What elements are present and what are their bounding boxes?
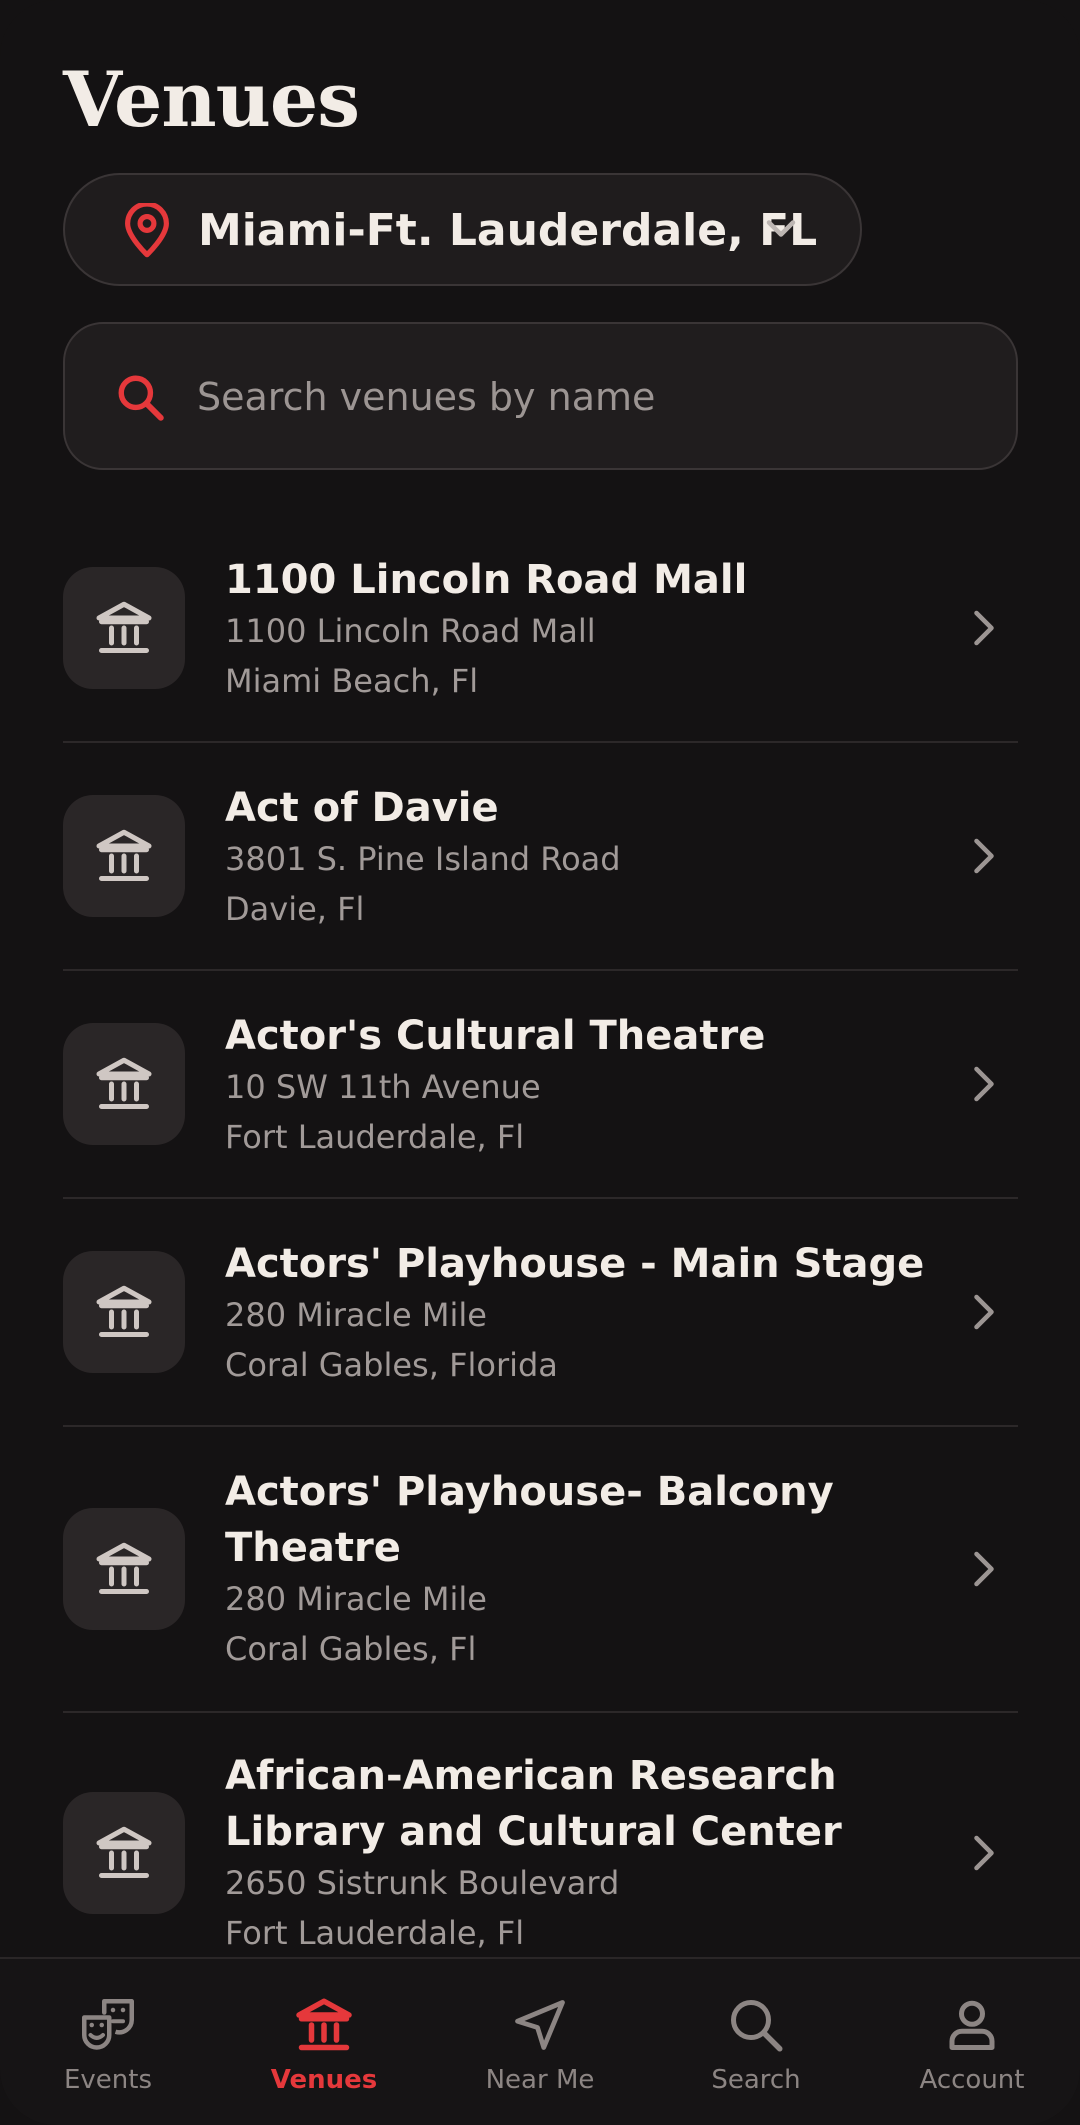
venue-city: Davie, Fl — [225, 890, 365, 928]
user-icon — [949, 2000, 995, 2050]
chevron-down-icon — [766, 220, 796, 237]
venue-name: Actors' Playhouse- Balcony Theatre — [225, 1469, 834, 1571]
venue-address: 10 SW 11th Avenue — [225, 1068, 541, 1106]
list-divider — [63, 741, 1018, 743]
venue-address: 280 Miracle Mile — [225, 1580, 487, 1618]
venue-building-icon — [96, 1057, 152, 1109]
venue-address: 3801 S. Pine Island Road — [225, 840, 621, 878]
chevron-right-icon — [974, 610, 994, 646]
venue-thumbnail — [63, 1251, 185, 1373]
venue-building-icon — [96, 1285, 152, 1337]
tab-search[interactable]: Search — [648, 1959, 864, 2125]
tab-label: Search — [711, 2065, 801, 2095]
bottom-tab-bar: Events Venues Near Me Search Account — [0, 1957, 1080, 2125]
venue-thumbnail — [63, 1508, 185, 1630]
tab-near-me[interactable]: Near Me — [432, 1959, 648, 2125]
venue-city: Coral Gables, Florida — [225, 1346, 558, 1384]
venue-building-icon — [96, 1826, 152, 1878]
chevron-right-icon — [974, 1835, 994, 1871]
venue-name: African-American Research Library and Cu… — [225, 1753, 842, 1855]
chevron-right-icon — [974, 1294, 994, 1330]
tab-events[interactable]: Events — [0, 1959, 216, 2125]
map-pin-icon — [125, 203, 169, 258]
tab-venues[interactable]: Venues — [216, 1959, 432, 2125]
venue-name: Act of Davie — [225, 785, 499, 831]
venue-building-icon — [296, 1998, 352, 2051]
chevron-right-icon — [974, 1551, 994, 1587]
tab-label: Near Me — [485, 2065, 595, 2095]
tab-account[interactable]: Account — [864, 1959, 1080, 2125]
venue-address: 2650 Sistrunk Boulevard — [225, 1864, 620, 1902]
venue-name: 1100 Lincoln Road Mall — [225, 557, 748, 603]
search-icon — [731, 2000, 783, 2052]
list-divider — [63, 969, 1018, 971]
tab-label: Venues — [270, 2065, 378, 2095]
chevron-right-icon — [974, 1066, 994, 1102]
venue-building-icon — [96, 829, 152, 881]
theater-masks-icon — [82, 1999, 134, 2050]
venue-building-icon — [96, 1542, 152, 1594]
list-divider — [63, 1197, 1018, 1199]
tab-label: Events — [63, 2065, 153, 2095]
venues-screen: Venues Miami-Ft. Lauderdale, FL 1100 Lin… — [0, 0, 1080, 2125]
venue-list-item[interactable]: Act of Davie 3801 S. Pine Island Road Da… — [63, 785, 1018, 969]
search-icon — [118, 375, 164, 421]
venue-list-item[interactable]: Actor's Cultural Theatre 10 SW 11th Aven… — [63, 1013, 1018, 1197]
venue-thumbnail — [63, 795, 185, 917]
chevron-right-icon — [974, 838, 994, 874]
venue-city: Coral Gables, Fl — [225, 1630, 477, 1668]
venue-list-item[interactable]: Actors' Playhouse- Balcony Theatre 280 M… — [63, 1469, 1018, 1709]
navigation-arrow-icon — [515, 2000, 565, 2050]
venue-thumbnail — [63, 1792, 185, 1914]
venue-address: 1100 Lincoln Road Mall — [225, 612, 596, 650]
tab-label: Account — [919, 2065, 1025, 2095]
location-label: Miami-Ft. Lauderdale, FL — [198, 205, 818, 256]
venue-name: Actors' Playhouse - Main Stage — [225, 1241, 925, 1287]
venue-list-item[interactable]: Actors' Playhouse - Main Stage 280 Mirac… — [63, 1241, 1018, 1425]
venue-name: Actor's Cultural Theatre — [225, 1013, 766, 1059]
location-selector[interactable]: Miami-Ft. Lauderdale, FL — [63, 173, 862, 286]
search-bar — [63, 322, 1018, 470]
list-divider — [63, 1425, 1018, 1427]
page-title: Venues — [63, 55, 360, 144]
venue-city: Miami Beach, Fl — [225, 662, 479, 700]
venue-address: 280 Miracle Mile — [225, 1296, 487, 1334]
venue-building-icon — [96, 601, 152, 653]
search-input[interactable] — [195, 354, 959, 440]
venue-thumbnail — [63, 1023, 185, 1145]
venue-city: Fort Lauderdale, Fl — [225, 1118, 525, 1156]
venue-thumbnail — [63, 567, 185, 689]
list-divider — [63, 1711, 1018, 1713]
venue-city: Fort Lauderdale, Fl — [225, 1914, 525, 1952]
venue-list-item[interactable]: 1100 Lincoln Road Mall 1100 Lincoln Road… — [63, 557, 1018, 741]
